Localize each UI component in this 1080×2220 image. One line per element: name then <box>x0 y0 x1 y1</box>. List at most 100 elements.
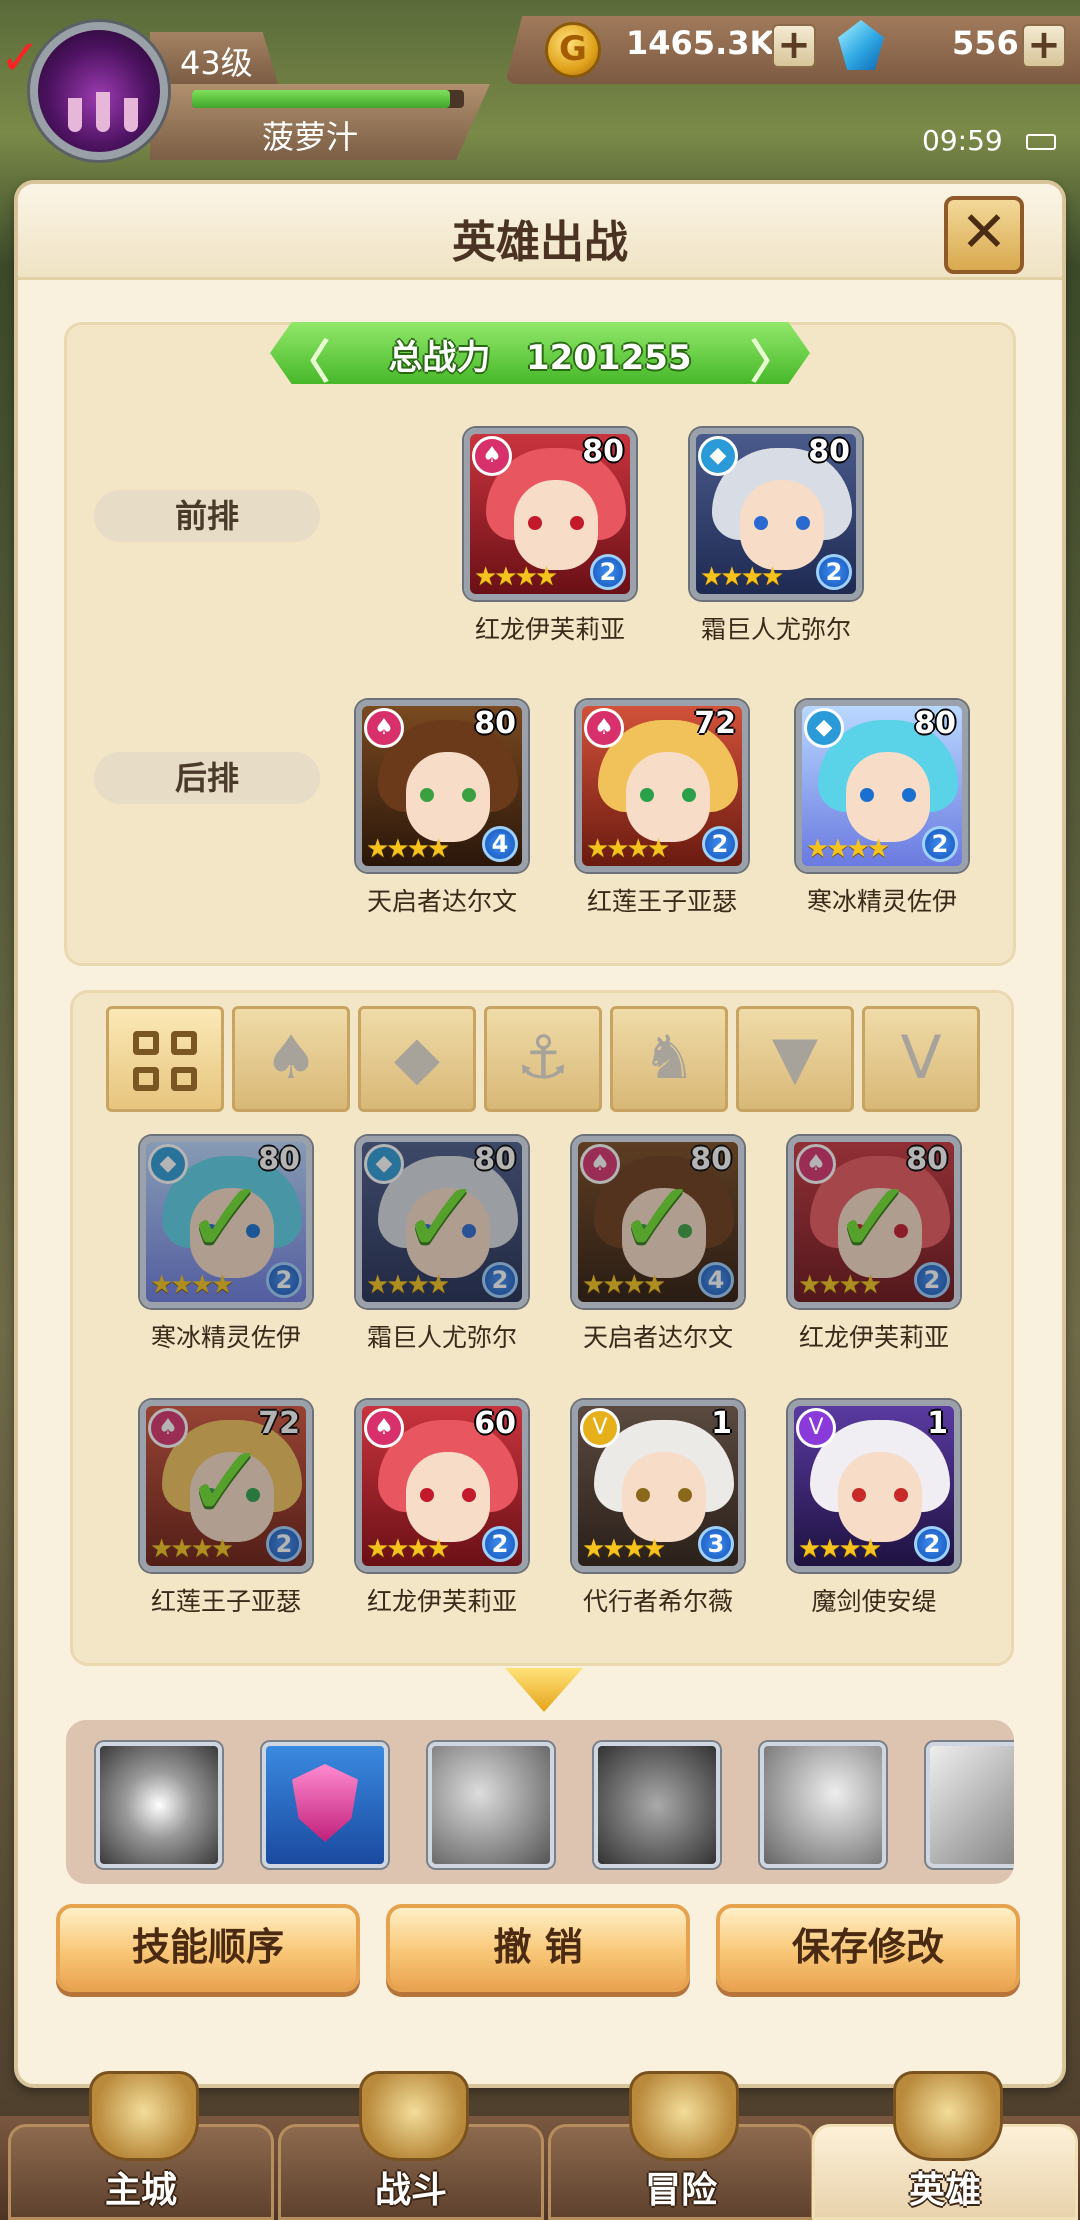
hero-portrait[interactable]: ◆ 80 ★★★★ 2 <box>690 428 862 600</box>
selected-check-icon: ✓ <box>184 1159 268 1276</box>
rank-badge: 2 <box>816 554 852 590</box>
vortex-skill-icon[interactable] <box>96 1742 222 1868</box>
hero-portrait[interactable]: V 1 ★★★★ 2 <box>788 1400 960 1572</box>
save-changes-button[interactable]: 保存修改 <box>716 1904 1020 1992</box>
hero-name: 红莲王子亚瑟 <box>586 887 737 916</box>
rank-badge: 2 <box>914 1526 950 1562</box>
hero-portrait[interactable]: ◆ 80 ★★★★ 2 ✓ <box>140 1136 312 1308</box>
hero-portrait[interactable]: ♠ 72 ★★★★ 2 ✓ <box>140 1400 312 1572</box>
hero-level: 60 <box>474 1406 516 1441</box>
front-row-label: 前排 <box>94 490 320 542</box>
element-badge-icon: ◆ <box>148 1144 188 1184</box>
hero-slot[interactable]: ♠ 80 ★★★★ 2 红龙伊芙莉亚 <box>464 428 636 646</box>
hero-hair <box>162 1156 302 1248</box>
nav-tab-2[interactable]: 冒险 <box>548 2071 814 2220</box>
player-avatar[interactable] <box>30 22 168 160</box>
element-badge-icon: ♠ <box>580 1144 620 1184</box>
hero-slot[interactable]: ♠ 72 ★★★★ 2 红莲王子亚瑟 <box>576 700 748 918</box>
shield-skill-icon[interactable] <box>594 1742 720 1868</box>
chevron-right-icon: 〉 <box>750 335 796 389</box>
hero-portrait[interactable]: ◆ 80 ★★★★ 2 ✓ <box>356 1136 528 1308</box>
star-rating: ★★★★ <box>150 1270 234 1300</box>
nav-tab-3[interactable]: 英雄 <box>812 2071 1078 2220</box>
hero-level: 80 <box>474 1142 516 1177</box>
hero-portrait[interactable]: ♠ 60 ★★★★ 2 <box>356 1400 528 1572</box>
gem-amount: 556 <box>952 24 1019 62</box>
beast-head-icon[interactable]: ♞ <box>610 1006 728 1112</box>
hero-level: 72 <box>694 706 736 741</box>
hero-portrait[interactable]: ♠ 80 ★★★★ 2 <box>464 428 636 600</box>
hero-level: 80 <box>582 434 624 469</box>
hero-face <box>406 1188 490 1278</box>
add-gold-button[interactable]: + <box>772 24 816 68</box>
hero-face <box>846 752 930 842</box>
fire-leaf-icon[interactable]: ♠ <box>232 1006 350 1112</box>
dark-horn-icon[interactable]: ▼ <box>736 1006 854 1112</box>
hero-portrait[interactable]: ♠ 72 ★★★★ 2 <box>576 700 748 872</box>
anchor-icon[interactable]: ⚓ <box>484 1006 602 1112</box>
skill-order-button[interactable]: 技能顺序 <box>56 1904 360 1992</box>
v-wing-icon[interactable]: V <box>862 1006 980 1112</box>
hero-eye <box>796 516 810 530</box>
hero-portrait[interactable]: ◆ 80 ★★★★ 2 <box>796 700 968 872</box>
hero-slot[interactable]: ♠ 80 ★★★★ 4 ✓ 天启者达尔文 <box>572 1136 744 1354</box>
hero-slot[interactable]: ◆ 80 ★★★★ 2 寒冰精灵佐伊 <box>796 700 968 918</box>
hero-face <box>190 1452 274 1542</box>
hero-portrait[interactable]: ♠ 80 ★★★★ 4 ✓ <box>572 1136 744 1308</box>
ice-diamond-icon[interactable]: ◆ <box>358 1006 476 1112</box>
hero-level: 72 <box>258 1406 300 1441</box>
hero-name: 天启者达尔文 <box>366 887 517 916</box>
all-grid-icon[interactable] <box>106 1006 224 1112</box>
rank-badge: 2 <box>914 1262 950 1298</box>
hero-name: 霜巨人尤弥尔 <box>366 1323 517 1352</box>
star-rating: ★★★★ <box>586 834 670 864</box>
hero-eye <box>420 788 434 802</box>
hero-hair <box>594 1156 734 1248</box>
hero-name: 寒冰精灵佐伊 <box>150 1323 301 1352</box>
hero-slot[interactable]: V 1 ★★★★ 3 代行者希尔薇 <box>572 1400 744 1618</box>
player-name: 菠萝汁 <box>262 118 359 156</box>
star-rating: ★★★★ <box>798 1534 882 1564</box>
hero-slot[interactable]: V 1 ★★★★ 2 魔剑使安缇 <box>788 1400 960 1618</box>
hero-portrait[interactable]: ♠ 80 ★★★★ 4 <box>356 700 528 872</box>
nav-label: 英雄 <box>908 2170 981 2211</box>
hero-slot[interactable]: ♠ 80 ★★★★ 4 天启者达尔文 <box>356 700 528 918</box>
slash-skill-icon[interactable] <box>428 1742 554 1868</box>
hero-eye <box>204 1224 218 1238</box>
hero-level: 80 <box>808 434 850 469</box>
nav-tab-1[interactable]: 战斗 <box>278 2071 544 2220</box>
hero-slot[interactable]: ◆ 80 ★★★★ 2 ✓ 寒冰精灵佐伊 <box>140 1136 312 1354</box>
hero-eye <box>420 1488 434 1502</box>
add-gems-button[interactable]: + <box>1022 24 1066 68</box>
hero-slot[interactable]: ♠ 80 ★★★★ 2 ✓ 红龙伊芙莉亚 <box>788 1136 960 1354</box>
element-badge-icon: V <box>580 1408 620 1448</box>
hero-portrait[interactable]: V 1 ★★★★ 3 <box>572 1400 744 1572</box>
element-badge-icon: ◆ <box>804 708 844 748</box>
hero-slot[interactable]: ◆ 80 ★★★★ 2 ✓ 霜巨人尤弥尔 <box>356 1136 528 1354</box>
rank-badge: 2 <box>590 554 626 590</box>
player-level-plate: 43级 <box>150 32 278 84</box>
hero-name: 红龙伊芙莉亚 <box>366 1587 517 1616</box>
star-rating: ★★★★ <box>700 562 784 592</box>
nav-tab-0[interactable]: 主城 <box>8 2071 274 2220</box>
star-rating: ★★★★ <box>582 1534 666 1564</box>
element-badge-icon: ♠ <box>364 708 404 748</box>
crystal-skill-icon[interactable] <box>760 1742 886 1868</box>
selected-check-icon: ✓ <box>616 1159 700 1276</box>
star-rating: ★★★★ <box>366 1270 450 1300</box>
hero-portrait[interactable]: ♠ 80 ★★★★ 2 ✓ <box>788 1136 960 1308</box>
hero-slot[interactable]: ◆ 80 ★★★★ 2 霜巨人尤弥尔 <box>690 428 862 646</box>
hero-level: 80 <box>690 1142 732 1177</box>
hero-slot[interactable]: ♠ 60 ★★★★ 2 红龙伊芙莉亚 <box>356 1400 528 1618</box>
nav-label: 冒险 <box>644 2170 717 2211</box>
hero-eye <box>894 1224 908 1238</box>
panel-title: 英雄出战 <box>452 217 628 268</box>
hero-eye <box>528 516 542 530</box>
shard-skill-icon[interactable] <box>926 1742 1014 1868</box>
undo-button[interactable]: 撤 销 <box>386 1904 690 1992</box>
close-button[interactable]: ✕ <box>944 196 1024 274</box>
hero-face <box>406 1452 490 1542</box>
hero-slot[interactable]: ♠ 72 ★★★★ 2 ✓ 红莲王子亚瑟 <box>140 1400 312 1618</box>
fire-shield-skill-icon[interactable] <box>262 1742 388 1868</box>
clock: 09:59 <box>922 124 1003 157</box>
